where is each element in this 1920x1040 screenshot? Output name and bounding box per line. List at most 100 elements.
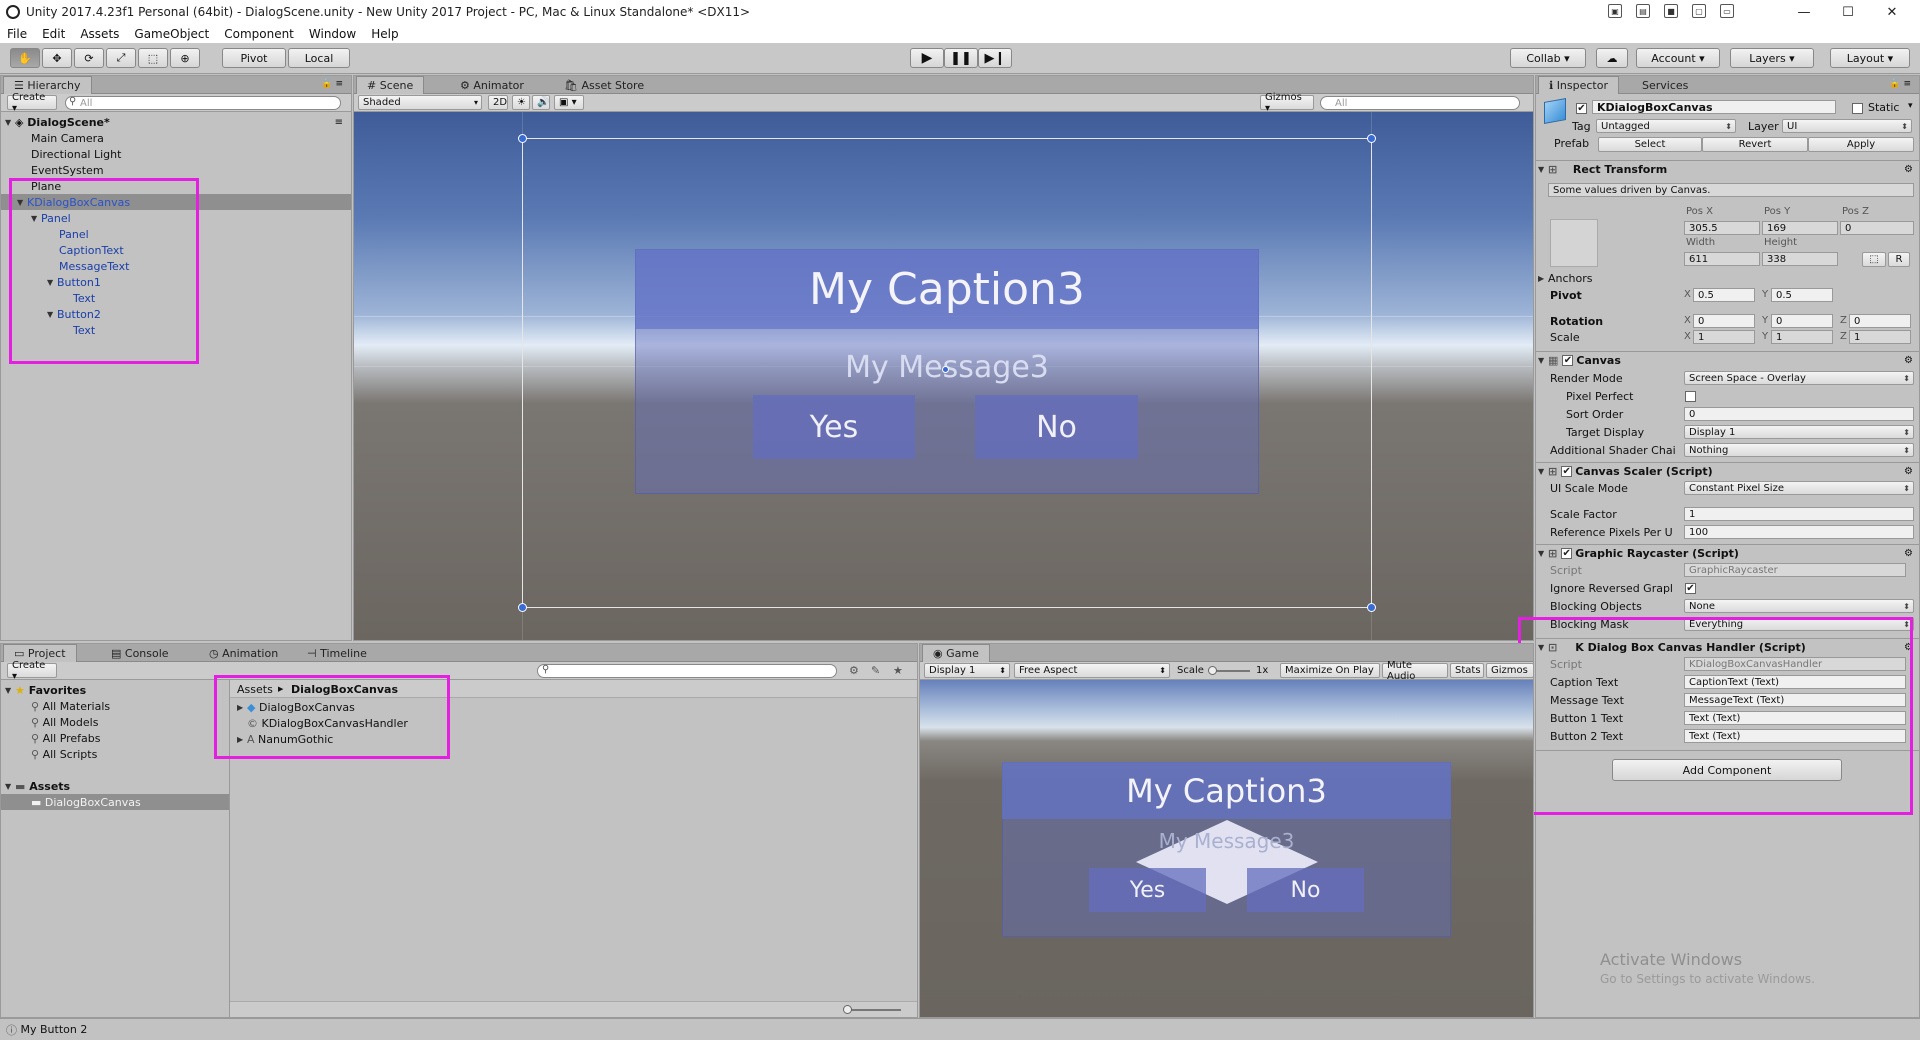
- object-name-field[interactable]: KDialogBoxCanvas: [1592, 100, 1836, 114]
- layout-icon[interactable]: ▤: [1636, 4, 1650, 18]
- canvas-settings-icon[interactable]: ⚙: [1904, 355, 1913, 366]
- scaler-settings-icon[interactable]: ⚙: [1904, 466, 1913, 477]
- local-toggle[interactable]: Local: [288, 48, 350, 68]
- layout-dropdown[interactable]: Layout ▾: [1830, 48, 1910, 68]
- scale-slider-thumb[interactable]: [1208, 666, 1217, 675]
- menu-assets[interactable]: Assets: [73, 27, 127, 41]
- canvas-header[interactable]: ▼ ▦ ✔ Canvas ⚙: [1536, 351, 1919, 369]
- icon-size-slider-thumb[interactable]: [843, 1005, 852, 1014]
- inspector-lock-icon[interactable]: 🔒 ≡: [1889, 79, 1911, 89]
- 2d-toggle[interactable]: 2D: [488, 95, 508, 110]
- tab-game[interactable]: ◉ Game: [922, 644, 990, 662]
- canvas-scaler-enabled-checkbox[interactable]: ✔: [1561, 466, 1573, 477]
- mute-audio-toggle[interactable]: Mute Audio: [1382, 660, 1448, 682]
- icon-size-slider[interactable]: [845, 1009, 901, 1011]
- step-button[interactable]: ▶❙: [978, 48, 1012, 68]
- tab-animation[interactable]: ◷ Animation: [199, 644, 288, 662]
- lighting-icon[interactable]: ☀: [512, 95, 530, 110]
- scene-yes-button[interactable]: Yes: [753, 395, 915, 459]
- game-gizmos-dropdown[interactable]: Gizmos: [1486, 663, 1533, 678]
- favorite-all-prefabs[interactable]: ⚲ All Prefabs: [31, 730, 101, 746]
- assets-foldout[interactable]: ▼ ▬ Assets: [5, 778, 70, 794]
- pivot-x-field[interactable]: 0.5: [1693, 288, 1755, 302]
- static-dropdown-icon[interactable]: ▾: [1908, 101, 1913, 111]
- rect-settings-icon[interactable]: ⚙: [1904, 164, 1913, 175]
- tab-asset-store[interactable]: 🛍 Asset Store: [554, 76, 654, 94]
- project-search-input[interactable]: [537, 664, 837, 678]
- favorite-all-materials[interactable]: ⚲ All Materials: [31, 698, 110, 714]
- target-display-dropdown[interactable]: Display 1: [1684, 425, 1914, 439]
- pause-button[interactable]: ❚❚: [944, 48, 978, 68]
- shader-channels-dropdown[interactable]: Nothing: [1684, 443, 1914, 457]
- reference-pixels-field[interactable]: 100: [1684, 525, 1914, 539]
- window-icon[interactable]: ▢: [1692, 4, 1706, 18]
- rotate-tool-icon[interactable]: ⟳: [74, 48, 104, 68]
- menu-edit[interactable]: Edit: [35, 27, 73, 41]
- rect-transform-header[interactable]: ▼ ⊞ Rect Transform ⚙: [1536, 160, 1919, 178]
- ui-scale-mode-dropdown[interactable]: Constant Pixel Size: [1684, 481, 1914, 495]
- scene-root[interactable]: ▼ ◈ DialogScene*: [5, 114, 110, 130]
- panel-menu-icon[interactable]: 🔒 ≡: [321, 79, 343, 89]
- blueprint-mode-button[interactable]: ⬚: [1862, 252, 1886, 267]
- scale-factor-field[interactable]: 1: [1684, 507, 1914, 521]
- hierarchy-search-input[interactable]: All: [65, 96, 341, 110]
- static-checkbox[interactable]: [1852, 103, 1863, 114]
- game-no-button[interactable]: No: [1247, 868, 1364, 912]
- anchors-foldout[interactable]: ▶ Anchors: [1538, 270, 1593, 286]
- rect-handle-tr[interactable]: [1367, 134, 1376, 143]
- rotation-z-field[interactable]: 0: [1849, 314, 1911, 328]
- ignore-reversed-checkbox[interactable]: ✔: [1685, 583, 1696, 594]
- pivot-toggle[interactable]: Pivot: [222, 48, 286, 68]
- object-active-checkbox[interactable]: ✔: [1576, 103, 1587, 114]
- maximize-on-play-toggle[interactable]: Maximize On Play: [1280, 663, 1380, 678]
- render-mode-dropdown[interactable]: Screen Space - Overlay: [1684, 371, 1914, 385]
- hierarchy-item-main-camera[interactable]: Main Camera: [31, 130, 104, 146]
- prefab-select-button[interactable]: Select: [1598, 137, 1702, 152]
- layers-dropdown[interactable]: Layers ▾: [1730, 48, 1814, 68]
- maximize-button[interactable]: ☐: [1826, 0, 1870, 24]
- scene-gizmos-dropdown[interactable]: Gizmos ▾: [1260, 92, 1314, 114]
- scene-search-input[interactable]: All: [1320, 96, 1520, 110]
- rect-handle-bl[interactable]: [518, 603, 527, 612]
- assets-folder-dialogboxcanvas[interactable]: ▬ DialogBoxCanvas: [1, 794, 229, 810]
- menu-file[interactable]: File: [0, 27, 35, 41]
- hierarchy-item-eventsystem[interactable]: EventSystem: [31, 162, 104, 178]
- rect-tool-icon[interactable]: ⬚: [138, 48, 168, 68]
- menu-window[interactable]: Window: [302, 27, 364, 41]
- raw-edit-button[interactable]: R: [1888, 252, 1910, 267]
- layer-dropdown[interactable]: UI: [1782, 119, 1912, 133]
- sort-order-field[interactable]: 0: [1684, 407, 1914, 421]
- tab-animator[interactable]: ⚙ Animator: [450, 76, 534, 94]
- scale-tool-icon[interactable]: ⤢: [106, 48, 136, 68]
- rect-handle-tl[interactable]: [518, 134, 527, 143]
- tab-services[interactable]: Services: [1632, 76, 1698, 94]
- hierarchy-item-directional-light[interactable]: Directional Light: [31, 146, 121, 162]
- hierarchy-create-button[interactable]: Create ▾: [7, 92, 57, 114]
- collab-button[interactable]: Collab ▾: [1510, 48, 1586, 68]
- favorites-foldout[interactable]: ▼ ★ Favorites: [5, 682, 86, 698]
- menu-component[interactable]: Component: [217, 27, 302, 41]
- raycaster-settings-icon[interactable]: ⚙: [1904, 548, 1913, 559]
- filter-label-icon[interactable]: ✎: [871, 664, 880, 677]
- tab-timeline[interactable]: ⊣ Timeline: [297, 644, 377, 662]
- pivot-handle[interactable]: [942, 366, 949, 373]
- blocking-objects-dropdown[interactable]: None: [1684, 599, 1914, 613]
- scene-no-button[interactable]: No: [975, 395, 1138, 459]
- scene-menu-icon[interactable]: ≡: [335, 117, 343, 128]
- tab-scene[interactable]: # Scene: [356, 76, 425, 94]
- tag-dropdown[interactable]: Untagged: [1596, 119, 1736, 133]
- audio-icon[interactable]: 🔊: [532, 95, 550, 110]
- raycaster-enabled-checkbox[interactable]: ✔: [1561, 548, 1573, 559]
- move-tool-icon[interactable]: ✥: [42, 48, 72, 68]
- rect-handle-br[interactable]: [1367, 603, 1376, 612]
- menu-gameobject[interactable]: GameObject: [127, 27, 217, 41]
- transform-tool-icon[interactable]: ⊕: [170, 48, 200, 68]
- cloud-icon[interactable]: ☁: [1596, 48, 1628, 68]
- restore-icon[interactable]: ▣: [1608, 4, 1622, 18]
- favorite-star-icon[interactable]: ★: [893, 664, 903, 677]
- hand-tool-icon[interactable]: ✋: [10, 48, 40, 68]
- canvas-enabled-checkbox[interactable]: ✔: [1562, 355, 1574, 366]
- anchor-presets-button[interactable]: [1550, 219, 1598, 267]
- display-dropdown[interactable]: Display 1 ⬍: [924, 663, 1010, 678]
- aspect-dropdown[interactable]: Free Aspect ⬍: [1014, 663, 1170, 678]
